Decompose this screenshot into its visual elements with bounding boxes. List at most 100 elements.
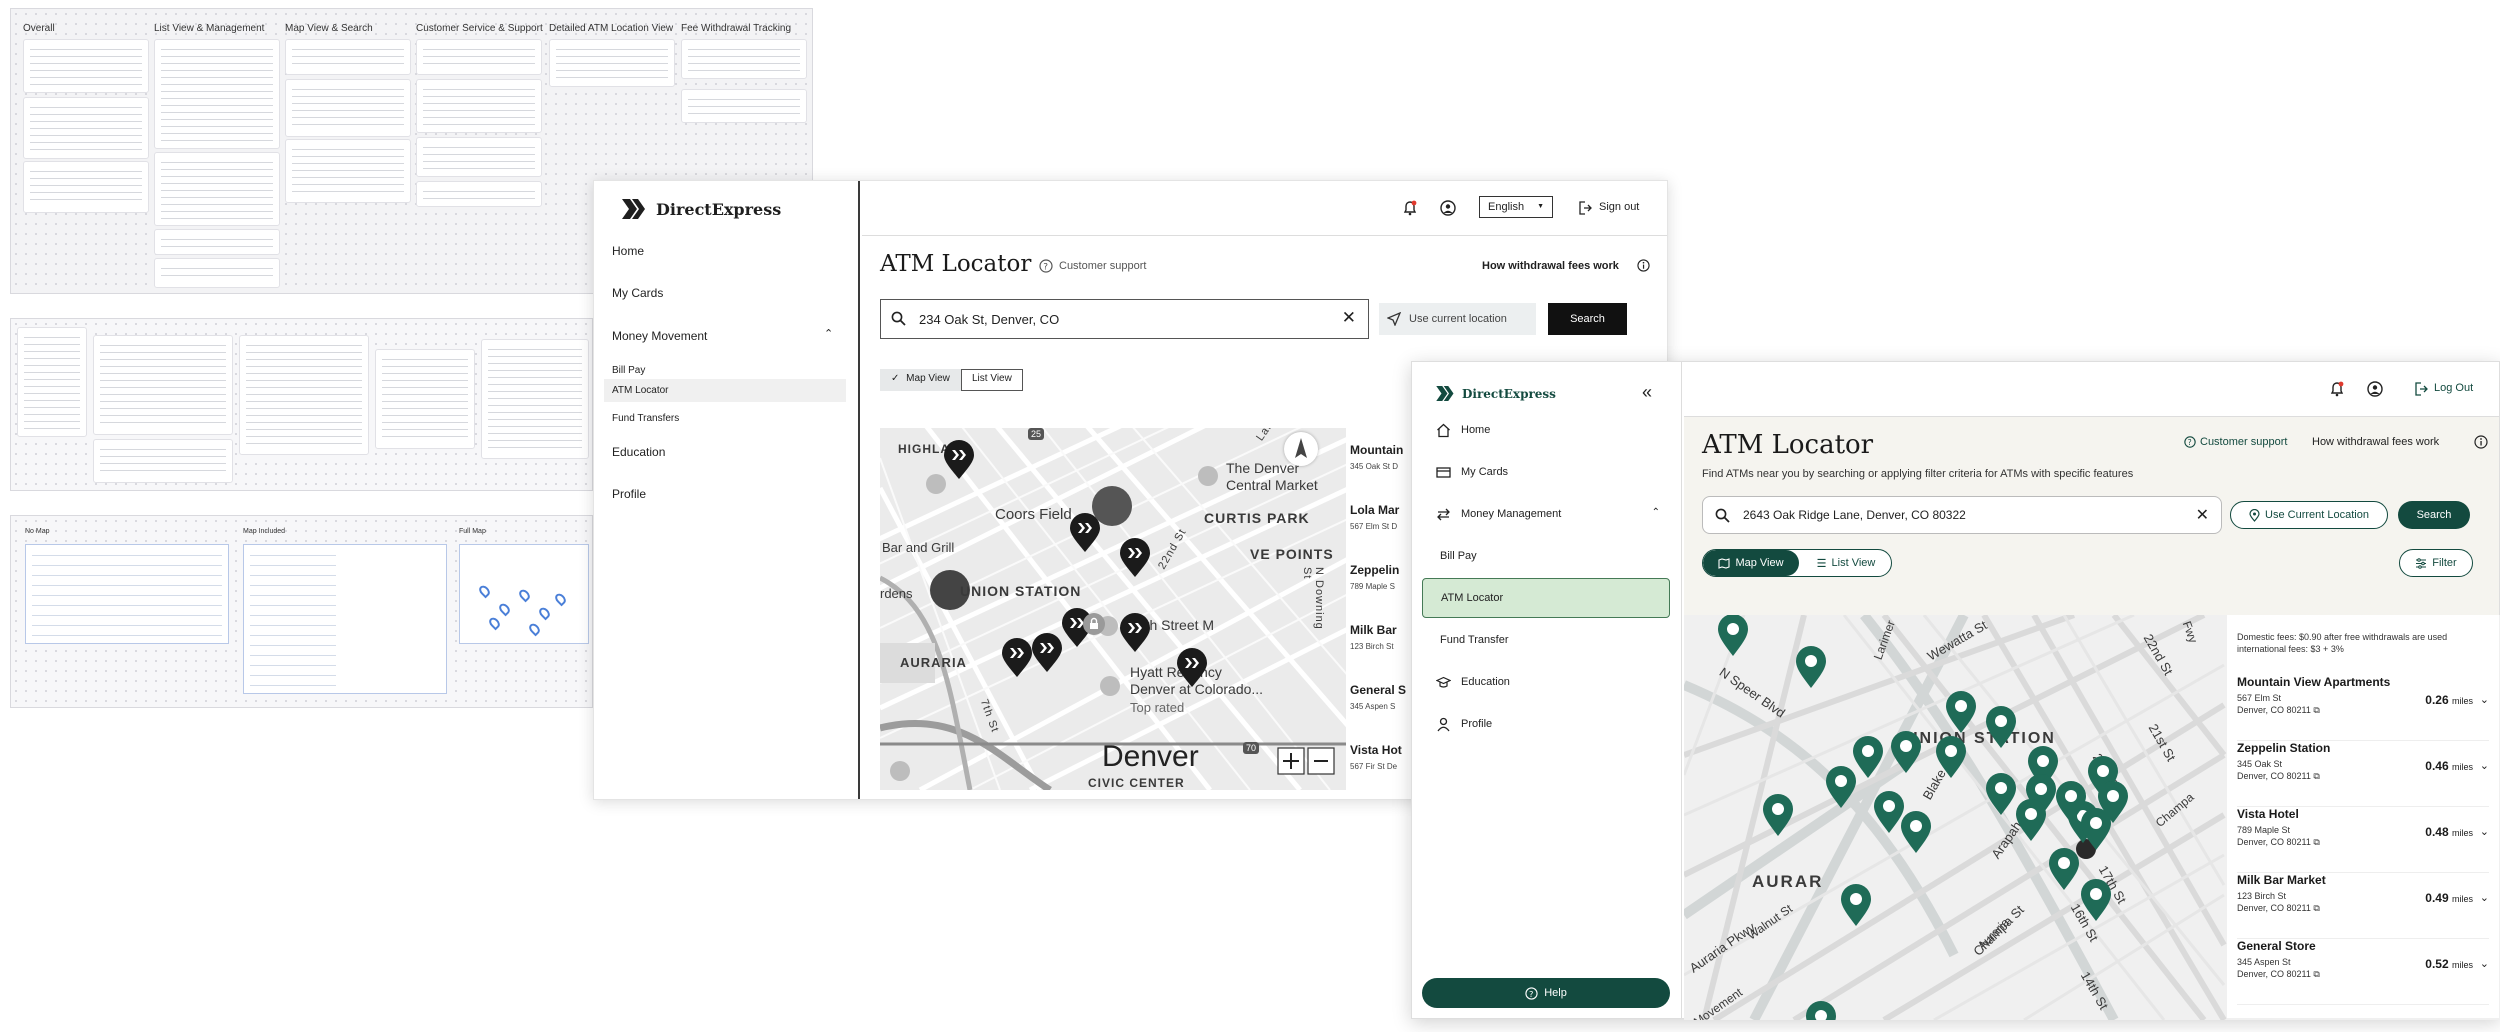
copy-icon[interactable]: ⧉ bbox=[2313, 705, 2319, 715]
atm-location-pin-icon[interactable] bbox=[2047, 847, 2081, 891]
atm-list-name[interactable]: Lola Mar bbox=[1350, 503, 1410, 517]
account-circle-icon[interactable] bbox=[1440, 200, 1456, 216]
language-select[interactable]: English ▼ bbox=[1479, 196, 1553, 218]
info-icon[interactable] bbox=[1637, 259, 1650, 272]
tab-map-view[interactable]: Map View bbox=[1703, 550, 1799, 576]
nav-profile[interactable]: Profile bbox=[612, 487, 646, 501]
atm-location-pin-icon[interactable] bbox=[1839, 883, 1873, 927]
help-circle-icon[interactable]: ? bbox=[1039, 259, 1053, 273]
atm-location-pin-icon[interactable] bbox=[2079, 878, 2113, 922]
atm-location-pin-icon[interactable] bbox=[1984, 705, 2018, 749]
chevron-down-icon[interactable]: ⌄ bbox=[2480, 825, 2489, 838]
filter-button[interactable]: Filter bbox=[2399, 549, 2473, 577]
chevron-down-icon[interactable]: ⌄ bbox=[2480, 891, 2489, 904]
logout-link[interactable]: Log Out bbox=[2434, 382, 2473, 394]
atm-list-item[interactable]: Mountain View Apartments 567 Elm St Denver… bbox=[2237, 675, 2489, 741]
clear-icon[interactable]: ✕ bbox=[2196, 505, 2209, 525]
atm-list-item[interactable]: Milk Bar Market 123 Birch St Denver, CO 80… bbox=[2237, 873, 2489, 939]
nav-atm-locator[interactable]: ATM Locator bbox=[1422, 578, 1670, 618]
chevron-up-icon[interactable]: ⌃ bbox=[824, 327, 833, 340]
atm-list-name[interactable]: General S bbox=[1350, 683, 1410, 697]
chevron-down-icon[interactable]: ⌄ bbox=[2480, 957, 2489, 970]
nav-my-cards[interactable]: My Cards bbox=[1422, 452, 1670, 492]
atm-list-name[interactable]: Mountain bbox=[1350, 443, 1410, 457]
customer-support-link[interactable]: Customer support bbox=[2200, 436, 2287, 448]
nav-home[interactable]: Home bbox=[612, 244, 644, 258]
atm-location-pin-icon[interactable] bbox=[1761, 793, 1795, 837]
tab-list-view[interactable]: ☰ List View bbox=[1799, 550, 1891, 576]
chevron-down-icon[interactable]: ⌄ bbox=[2480, 693, 2489, 706]
atm-pin-icon[interactable] bbox=[1000, 638, 1034, 678]
atm-pin-icon[interactable] bbox=[1068, 513, 1102, 553]
nav-fund-transfer[interactable]: Fund Transfer bbox=[1422, 620, 1670, 660]
search-input[interactable]: 2643 Oak Ridge Lane, Denver, CO 80322 bbox=[1743, 508, 1966, 522]
atm-pin-icon[interactable] bbox=[942, 440, 976, 480]
map-view[interactable]: HIGHLA Coors Field Bar and Grill rdens U… bbox=[880, 428, 1346, 790]
nav-profile[interactable]: Profile bbox=[1422, 704, 1670, 744]
nav-fund-transfers[interactable]: Fund Transfers bbox=[612, 413, 679, 424]
atm-location-pin-icon[interactable] bbox=[1934, 735, 1968, 779]
atm-location-pin-icon[interactable] bbox=[1716, 615, 1750, 657]
help-circle-icon[interactable]: ? bbox=[2184, 436, 2196, 448]
copy-icon[interactable]: ⧉ bbox=[2313, 969, 2319, 979]
tab-list-view[interactable]: List View bbox=[961, 369, 1023, 391]
atm-location-pin-icon[interactable] bbox=[1984, 772, 2018, 816]
lock-pin-icon[interactable] bbox=[1083, 613, 1105, 635]
atm-location-pin-icon[interactable] bbox=[1804, 1000, 1838, 1020]
nav-education[interactable]: Education bbox=[612, 445, 665, 459]
atm-location-pin-icon[interactable] bbox=[2079, 807, 2113, 851]
collapse-sidebar-icon[interactable]: « bbox=[1642, 382, 1652, 403]
nav-money-movement[interactable]: Money Movement bbox=[612, 329, 707, 343]
copy-icon[interactable]: ⧉ bbox=[2313, 903, 2319, 913]
atm-list-item[interactable]: General Store 345 Aspen St Denver, CO 8021… bbox=[2237, 939, 2489, 1005]
nav-bill-pay[interactable]: Bill Pay bbox=[612, 365, 645, 376]
atm-list-item[interactable]: Vista Hotel 789 Maple St Denver, CO 80211 … bbox=[2237, 807, 2489, 873]
atm-location-pin-icon[interactable] bbox=[2014, 798, 2048, 842]
zoom-in-button[interactable] bbox=[1278, 748, 1304, 774]
search-button[interactable]: Search bbox=[1548, 303, 1627, 335]
nav-money-management[interactable]: Money Management ⌃ bbox=[1422, 494, 1670, 534]
search-field[interactable]: 234 Oak St, Denver, CO ✕ bbox=[880, 299, 1369, 339]
atm-location-pin-icon[interactable] bbox=[1889, 730, 1923, 774]
copy-icon[interactable]: ⧉ bbox=[2313, 837, 2319, 847]
atm-pin-icon[interactable] bbox=[1118, 538, 1152, 578]
atm-list-item[interactable]: Zeppelin Station 345 Oak St Denver, CO 802… bbox=[2237, 741, 2489, 807]
nav-education[interactable]: Education bbox=[1422, 662, 1670, 702]
atm-location-pin-icon[interactable] bbox=[1944, 690, 1978, 734]
atm-location-pin-icon[interactable] bbox=[1794, 645, 1828, 689]
search-field[interactable]: 2643 Oak Ridge Lane, Denver, CO 80322 ✕ bbox=[1702, 496, 2222, 534]
nav-atm-locator[interactable]: ATM Locator bbox=[604, 379, 846, 402]
clear-icon[interactable]: ✕ bbox=[1342, 308, 1356, 328]
info-icon[interactable] bbox=[2474, 435, 2488, 449]
nav-my-cards[interactable]: My Cards bbox=[612, 286, 663, 300]
chevron-down-icon[interactable]: ⌄ bbox=[2480, 759, 2489, 772]
brand-logo[interactable]: DirectExpress bbox=[622, 199, 781, 219]
help-button[interactable]: ? Help bbox=[1422, 978, 1670, 1008]
nav-home[interactable]: Home bbox=[1422, 410, 1670, 450]
sign-out-link[interactable]: Sign out bbox=[1599, 201, 1639, 213]
atm-list-name[interactable]: Zeppelin bbox=[1350, 563, 1410, 577]
logout-icon[interactable] bbox=[2415, 382, 2429, 396]
atm-location-pin-icon[interactable] bbox=[1824, 765, 1858, 809]
sign-out-icon[interactable] bbox=[1579, 201, 1593, 215]
atm-pin-icon[interactable] bbox=[1118, 613, 1152, 653]
withdrawal-fees-link[interactable]: How withdrawal fees work bbox=[1482, 260, 1619, 272]
atm-location-pin-icon[interactable] bbox=[1899, 810, 1933, 854]
customer-support-link[interactable]: Customer support bbox=[1059, 260, 1146, 272]
zoom-out-button[interactable] bbox=[1308, 748, 1334, 774]
search-input[interactable]: 234 Oak St, Denver, CO bbox=[919, 312, 1059, 327]
search-button[interactable]: Search bbox=[2398, 501, 2470, 529]
withdrawal-fees-link[interactable]: How withdrawal fees work bbox=[2312, 436, 2439, 448]
atm-list-name[interactable]: Milk Bar bbox=[1350, 623, 1410, 637]
account-circle-icon[interactable] bbox=[2367, 381, 2383, 397]
notification-bell-icon[interactable] bbox=[1402, 200, 1418, 216]
use-current-location-button[interactable]: Use Current Location bbox=[2230, 501, 2388, 529]
nav-bill-pay[interactable]: Bill Pay bbox=[1422, 536, 1670, 576]
notification-bell-icon[interactable] bbox=[2329, 381, 2345, 397]
copy-icon[interactable]: ⧉ bbox=[2313, 771, 2319, 781]
atm-list-name[interactable]: Vista Hot bbox=[1350, 743, 1410, 757]
atm-pin-icon[interactable] bbox=[1175, 648, 1209, 688]
use-current-location-button[interactable]: Use current location bbox=[1379, 303, 1536, 335]
atm-pin-icon[interactable] bbox=[1030, 633, 1064, 673]
tab-map-view[interactable]: ✓ Map View bbox=[880, 369, 961, 391]
